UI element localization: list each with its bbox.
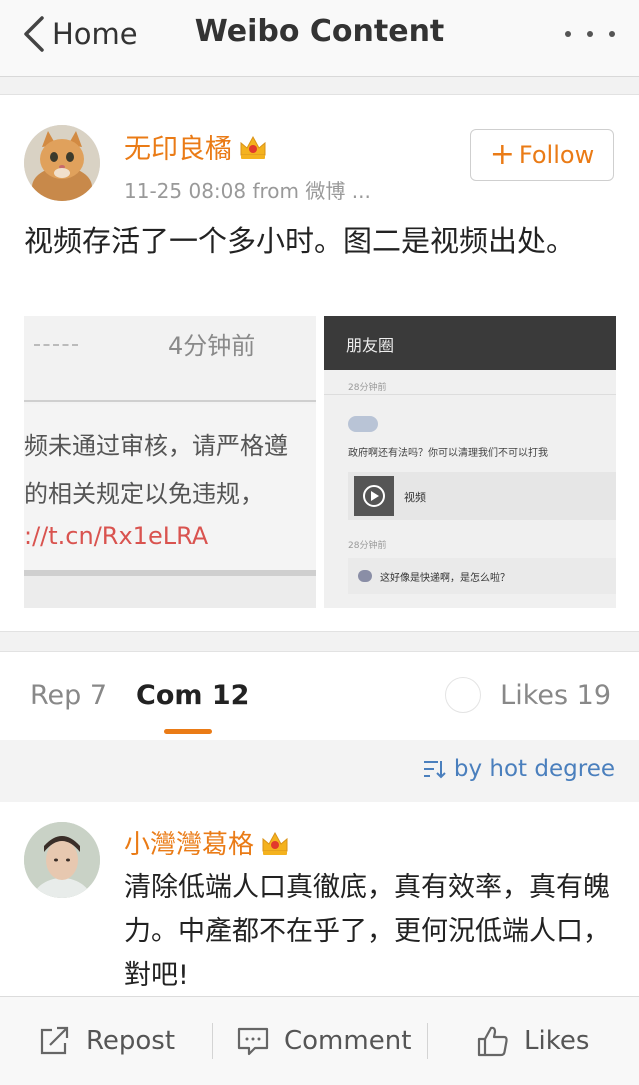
commenter-name-text: 小灣灣葛格	[124, 830, 255, 860]
sort-label: by hot degree	[453, 756, 615, 782]
crown-badge-icon	[262, 831, 288, 855]
tab-reposts[interactable]: Rep 7	[30, 680, 107, 711]
tab-likes[interactable]: Likes 19	[500, 680, 611, 711]
post-author-avatar[interactable]	[24, 125, 100, 201]
image1-dash	[34, 344, 78, 348]
commenter-name[interactable]: 小灣灣葛格	[124, 824, 290, 861]
active-tab-indicator	[164, 729, 212, 734]
likes-label: Likes	[524, 1026, 590, 1056]
interaction-tabs: Rep 7 Com 12 Likes 19	[0, 651, 639, 741]
image2-time1: 28分钟前	[348, 383, 387, 393]
more-dot-icon	[609, 31, 615, 37]
more-dot-icon	[587, 31, 593, 37]
sort-icon	[423, 761, 446, 779]
post-image-1[interactable]: 4分钟前 频未通过审核，请严格遵 的相关规定以免违规， ://t.cn/Rx1e…	[24, 316, 316, 608]
image2-video-label: 视频	[404, 491, 426, 504]
image1-link: ://t.cn/Rx1eLRA	[24, 522, 209, 550]
sort-bar: by hot degree	[0, 740, 639, 802]
crown-badge-icon	[240, 135, 266, 159]
play-icon	[363, 485, 385, 507]
image2-reply: 这好像是快递啊，是怎么啦？	[380, 573, 510, 584]
image1-time-label: 4分钟前	[168, 332, 256, 360]
repost-label: Repost	[86, 1026, 176, 1056]
comment-item: 小灣灣葛格 清除低端人口真徹底，真有效率，真有魄力。中產都不在乎了，更何況低端人…	[0, 802, 639, 998]
comment-text: 清除低端人口真徹底，真有效率，真有魄力。中產都不在乎了，更何況低端人口，對吧!	[124, 872, 610, 991]
image2-reply-avatar	[358, 570, 372, 582]
post-author-name-text: 无印良橘	[124, 134, 232, 165]
action-divider	[212, 1023, 213, 1059]
comment-icon	[237, 1027, 269, 1056]
comment-label: Comment	[284, 1026, 412, 1056]
action-divider	[427, 1023, 428, 1059]
video-thumbnail	[354, 476, 394, 516]
image2-divider	[324, 394, 616, 395]
image2-blurred-avatar	[348, 416, 378, 432]
post-text: 视频存活了一个多小时。图二是视频出处。	[24, 224, 576, 258]
image2-time2: 28分钟前	[348, 541, 387, 551]
follow-button[interactable]: + Follow	[470, 129, 614, 181]
image1-line1: 频未通过审核，请严格遵	[24, 432, 288, 460]
plus-icon: +	[489, 137, 515, 172]
tab-comments[interactable]: Com 12	[136, 680, 249, 711]
page-title: Weibo Content	[194, 14, 445, 49]
follow-label: Follow	[518, 141, 595, 169]
repost-icon	[40, 1026, 69, 1055]
image1-divider	[24, 400, 316, 402]
person-avatar-icon	[24, 822, 100, 898]
image1-footer	[24, 576, 316, 608]
like-button[interactable]: Likes	[476, 1019, 589, 1063]
cat-avatar-icon	[24, 125, 100, 201]
bottom-action-bar: Repost Comment Likes	[0, 996, 639, 1085]
commenter-avatar[interactable]	[24, 822, 100, 898]
more-options-button[interactable]	[565, 20, 615, 48]
post-author-name[interactable]: 无印良橘	[124, 127, 268, 166]
weibo-post: 无印良橘 11-25 08:08 from 微博 ... + Follow 视频…	[0, 94, 639, 632]
more-dot-icon	[565, 31, 571, 37]
comment-button[interactable]: Comment	[236, 1019, 411, 1063]
image2-question: 政府啊还有法吗？你可以清理我们不可以打我	[348, 448, 548, 459]
image2-title: 朋友圈	[346, 336, 395, 355]
post-timestamp-source: 11-25 08:08 from 微博 ...	[124, 179, 371, 203]
thumbs-up-icon	[477, 1026, 508, 1057]
repost-button[interactable]: Repost	[38, 1019, 175, 1063]
post-image-2[interactable]: 朋友圈 28分钟前 政府啊还有法吗？你可以清理我们不可以打我 视频 28分钟前 …	[324, 316, 616, 608]
sort-by-hot-button[interactable]: by hot degree	[422, 756, 615, 782]
image1-line2: 的相关规定以免违规，	[24, 480, 264, 508]
like-avatar-placeholder	[445, 677, 481, 713]
top-nav-bar: Home Weibo Content	[0, 0, 639, 77]
